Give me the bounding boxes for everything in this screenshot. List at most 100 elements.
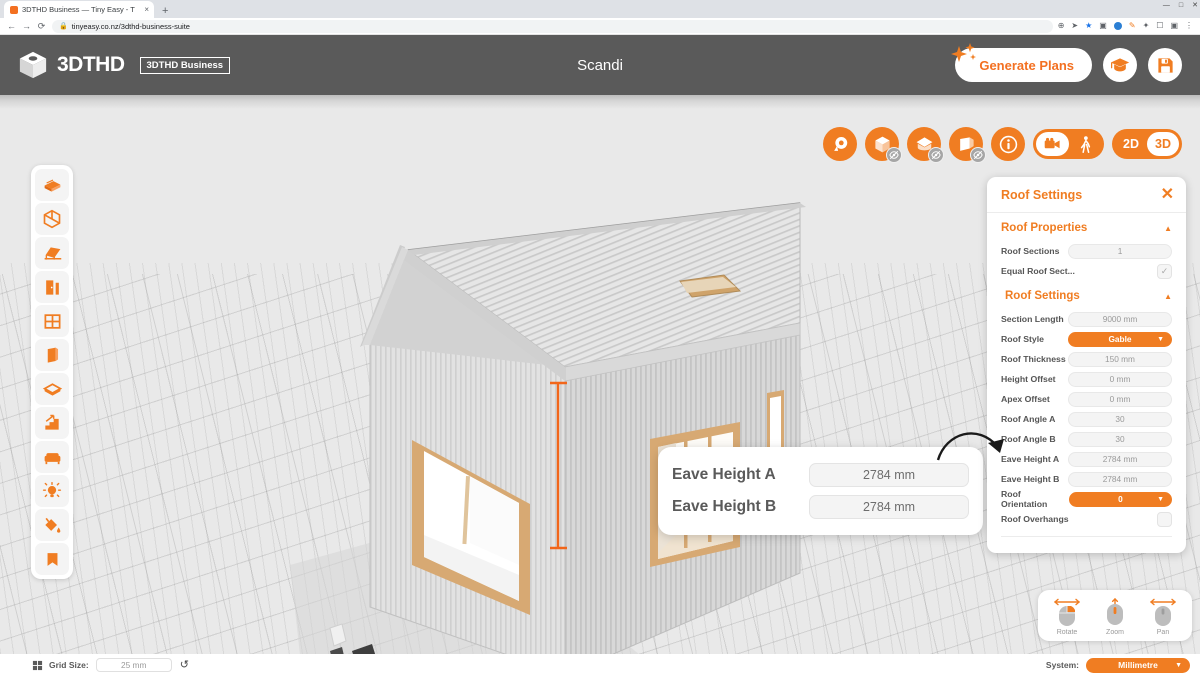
chevron-down-icon: ▼ [1157, 495, 1164, 503]
window-icon [44, 313, 60, 329]
profile-icon[interactable]: ▣ [1170, 22, 1178, 30]
roof-visibility-button[interactable] [907, 127, 944, 163]
reload-icon[interactable]: ⟳ [34, 21, 49, 31]
favicon [10, 5, 18, 14]
zoom-icon[interactable]: ⊕ [1058, 22, 1065, 30]
dimension-mode-toggle[interactable]: 2D 3D [1112, 129, 1182, 159]
chevron-down-icon: ▼ [1157, 335, 1164, 343]
extension-blue-icon[interactable] [1113, 22, 1122, 30]
grid-size-input[interactable]: 25 mm [95, 658, 172, 672]
unit-system-value: Millimetre [1118, 660, 1158, 670]
window-tool-button[interactable] [35, 305, 69, 337]
measure-tool-icon [833, 136, 847, 151]
extensions-puzzle-icon[interactable]: ✦ [1143, 22, 1150, 30]
measure-tool-button[interactable] [823, 127, 857, 161]
chevron-up-icon[interactable]: ▲ [1164, 224, 1172, 233]
forward-icon[interactable]: → [19, 21, 34, 31]
eave-height-a-input[interactable]: 2784 mm [1068, 451, 1172, 467]
field-label: Apex Offset [1001, 394, 1050, 404]
lighting-tool-button[interactable] [35, 475, 69, 507]
learn-button[interactable] [1103, 48, 1137, 82]
walk-icon [1080, 135, 1090, 153]
visibility-badge [928, 147, 944, 163]
furniture-tool-button[interactable] [35, 441, 69, 473]
save-button[interactable] [1148, 48, 1182, 82]
room-tool-button[interactable] [35, 203, 69, 235]
camera-icon [1044, 137, 1060, 149]
browser-menu-icon[interactable]: ⋮ [1185, 22, 1193, 30]
roof-settings-panel: Roof Settings ✕ Roof Properties ▲ Roof S… [987, 177, 1186, 553]
wall-icon [47, 347, 58, 363]
floor-slab-icon [42, 382, 62, 396]
roof-thickness-input[interactable]: 150 mm [1068, 351, 1172, 367]
screenshot-icon[interactable]: ▣ [1099, 22, 1107, 30]
field-label: Section Length [1001, 314, 1064, 324]
door-tool-button[interactable] [35, 271, 69, 303]
apex-offset-input[interactable]: 0 mm [1068, 391, 1172, 407]
section-header-roof-settings[interactable]: Roof Settings ▲ [987, 281, 1186, 309]
new-tab-icon[interactable]: + [162, 6, 168, 17]
roof-overhangs-checkbox[interactable] [1157, 511, 1172, 527]
walls-visibility-button[interactable] [949, 127, 986, 163]
app-logo[interactable]: 3DTHD 3DTHD Business [18, 50, 231, 80]
eave-height-b-input[interactable]: 2784 mm [1068, 471, 1172, 487]
floor-tool-button[interactable] [35, 373, 69, 405]
roof-tool-button[interactable] [35, 237, 69, 269]
view-2d-option[interactable]: 2D [1115, 132, 1147, 156]
walk-mode-option[interactable] [1069, 132, 1101, 156]
generate-plans-button[interactable]: Generate Plans [951, 43, 1092, 82]
camera-mode-toggle[interactable] [1033, 129, 1104, 159]
equal-roof-sections-checkbox[interactable]: ✓ [1157, 263, 1172, 279]
browser-toolbar-actions: ⊕ ➤ ★ ▣ ✎ ✦ ☐ ▣ ⋮ [1058, 22, 1196, 30]
section-header-roof-properties[interactable]: Roof Properties ▲ [987, 213, 1186, 241]
roof-orientation-value: 0 [1118, 494, 1123, 504]
stairs-tool-button[interactable] [35, 407, 69, 439]
row-roof-orientation: Roof Orientation 0 ▼ [987, 489, 1186, 509]
height-offset-input[interactable]: 0 mm [1068, 371, 1172, 387]
view-3d-option[interactable]: 3D [1147, 132, 1179, 156]
browser-tab[interactable]: 3DTHD Business — Tiny Easy - T × [4, 1, 154, 18]
app-header: 3DTHD 3DTHD Business Scandi Generate Pla… [0, 35, 1200, 95]
model-visibility-button[interactable] [865, 127, 902, 163]
camera-mode-option[interactable] [1036, 132, 1069, 156]
lightbulb-icon [42, 481, 62, 498]
sparkles-icon [951, 43, 977, 62]
bookmark-star-icon[interactable]: ★ [1085, 22, 1092, 30]
sidepanel-icon[interactable]: ☐ [1156, 22, 1163, 30]
row-roof-sections: Roof Sections 1 [987, 241, 1186, 261]
roof-orientation-dropdown[interactable]: 0 ▼ [1068, 491, 1172, 507]
unit-system-dropdown[interactable]: Millimetre ▼ [1086, 657, 1190, 673]
save-icon [1157, 57, 1173, 73]
browser-tab-strip: 3DTHD Business — Tiny Easy - T × + — □ ✕ [0, 0, 1200, 18]
share-icon[interactable]: ➤ [1071, 22, 1078, 30]
wall-tool-button[interactable] [35, 339, 69, 371]
roof-sections-input[interactable]: 1 [1068, 243, 1172, 259]
close-tab-icon[interactable]: × [144, 5, 149, 14]
callout-eave-height-b-input[interactable]: 2784 mm [809, 495, 969, 519]
status-bar: Grid Size: 25 mm ↺ System: Millimetre ▼ [0, 654, 1200, 676]
reset-icon[interactable]: ↺ [180, 659, 189, 671]
window-close-icon[interactable]: ✕ [1192, 1, 1198, 9]
window-maximize-icon[interactable]: □ [1179, 2, 1183, 9]
roof-style-dropdown[interactable]: Gable ▼ [1068, 331, 1172, 347]
row-roof-overhangs: Roof Overhangs [987, 509, 1186, 529]
chevron-up-icon[interactable]: ▲ [1164, 292, 1172, 301]
foundation-tool-button[interactable] [35, 169, 69, 201]
back-icon[interactable]: ← [4, 21, 19, 31]
mouse-middle-button-icon [1149, 598, 1177, 626]
window-minimize-icon[interactable]: — [1163, 2, 1170, 9]
hint-pan: Pan [1144, 597, 1182, 636]
paint-tool-button[interactable] [35, 509, 69, 541]
roof-icon [44, 246, 61, 260]
section-length-input[interactable]: 9000 mm [1068, 311, 1172, 327]
address-bar[interactable]: 🔒 tinyeasy.co.nz/3dthd-business-suite [52, 19, 1053, 33]
extension-pencil-icon[interactable]: ✎ [1129, 22, 1136, 30]
row-equal-roof-sections: Equal Roof Sect... ✓ [987, 261, 1186, 281]
eye-slash-icon [889, 150, 899, 160]
info-button[interactable] [991, 127, 1025, 161]
roof-angle-a-input[interactable]: 30 [1068, 411, 1172, 427]
roof-angle-b-input[interactable]: 30 [1068, 431, 1172, 447]
bookmark-tool-button[interactable] [35, 543, 69, 575]
callout-label: Eave Height A [672, 466, 776, 483]
close-icon[interactable]: ✕ [1161, 187, 1174, 203]
